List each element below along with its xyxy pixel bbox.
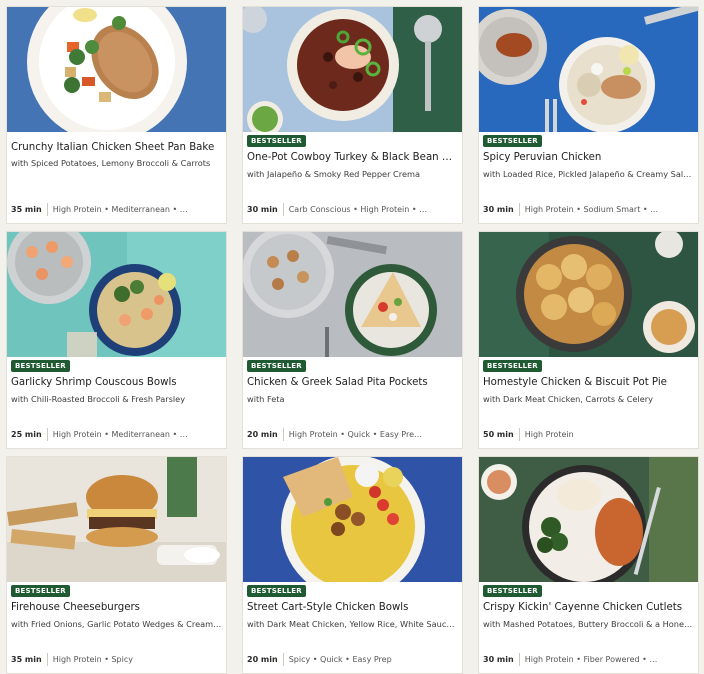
recipe-card[interactable]: BESTSELLER Homestyle Chicken & Biscuit P… [478,231,699,449]
recipe-meta: 50 min High Protein [483,428,696,441]
recipe-tags: High Protein • Sodium Smart • … [524,205,659,214]
cook-time: 30 min [483,655,514,664]
recipe-grid: Crunchy Italian Chicken Sheet Pan Bake w… [0,0,704,674]
recipe-title: Crispy Kickin' Cayenne Chicken Cutlets [483,602,683,613]
bestseller-badge: BESTSELLER [247,135,306,147]
recipe-title: Homestyle Chicken & Biscuit Pot Pie [483,377,667,388]
divider [282,428,284,441]
recipe-title: Firehouse Cheeseburgers [11,602,140,613]
bestseller-badge: BESTSELLER [11,360,70,372]
recipe-meta: 25 min High Protein • Mediterranean • … [11,428,224,441]
bestseller-badge: BESTSELLER [247,585,306,597]
cook-time: 30 min [247,205,278,214]
recipe-title: Street Cart-Style Chicken Bowls [247,602,409,613]
recipe-meta: 20 min High Protein • Quick • Easy Pre… [247,428,460,441]
turkey-bean-chili-photo [243,7,462,132]
cook-time: 35 min [11,655,42,664]
recipe-subtitle: with Chili-Roasted Broccoli & Fresh Pars… [11,394,186,404]
recipe-subtitle: with Fried Onions, Garlic Potato Wedges … [11,619,222,629]
pot-pie-photo [479,232,698,357]
bestseller-badge: BESTSELLER [483,135,542,147]
recipe-card[interactable]: BESTSELLER Spicy Peruvian Chicken with L… [478,6,699,224]
recipe-tags: High Protein • Spicy [52,655,133,664]
divider [518,653,520,666]
cheeseburger-photo [7,457,226,582]
bestseller-badge: BESTSELLER [483,585,542,597]
recipe-tags: High Protein • Quick • Easy Pre… [288,430,423,439]
recipe-subtitle: with Loaded Rice, Pickled Jalapeño & Cre… [483,169,694,179]
recipe-title: Chicken & Greek Salad Pita Pockets [247,377,428,388]
divider [46,203,48,216]
recipe-meta: 30 min Carb Conscious • High Protein • … [247,203,460,216]
recipe-card[interactable]: BESTSELLER Firehouse Cheeseburgers with … [6,456,227,674]
bestseller-badge: BESTSELLER [11,585,70,597]
divider [282,653,284,666]
recipe-subtitle: with Dark Meat Chicken, Yellow Rice, Whi… [247,619,458,629]
cook-time: 20 min [247,655,278,664]
recipe-subtitle: with Mashed Potatoes, Buttery Broccoli &… [483,619,694,629]
cook-time: 50 min [483,430,514,439]
recipe-tags: Spicy • Quick • Easy Prep [288,655,392,664]
recipe-tags: High Protein • Mediterranean • … [52,205,188,214]
recipe-card[interactable]: BESTSELLER Garlicky Shrimp Couscous Bowl… [6,231,227,449]
recipe-card[interactable]: Crunchy Italian Chicken Sheet Pan Bake w… [6,6,227,224]
recipe-tags: Carb Conscious • High Protein • … [288,205,428,214]
divider [46,428,48,441]
divider [46,653,48,666]
chicken-sheet-pan-photo [7,7,226,132]
recipe-card[interactable]: BESTSELLER Street Cart-Style Chicken Bow… [242,456,463,674]
bestseller-badge: BESTSELLER [483,360,542,372]
recipe-title: Garlicky Shrimp Couscous Bowls [11,377,177,388]
cook-time: 35 min [11,205,42,214]
recipe-title: One-Pot Cowboy Turkey & Black Bean C… [247,152,458,163]
cook-time: 25 min [11,430,42,439]
recipe-subtitle: with Dark Meat Chicken, Carrots & Celery [483,394,653,404]
recipe-tags: High Protein [524,430,574,439]
recipe-card[interactable]: BESTSELLER One-Pot Cowboy Turkey & Black… [242,6,463,224]
chicken-cutlets-photo [479,457,698,582]
recipe-meta: 20 min Spicy • Quick • Easy Prep [247,653,460,666]
recipe-subtitle: with Feta [247,394,285,404]
recipe-meta: 35 min High Protein • Mediterranean • … [11,203,224,216]
recipe-tags: High Protein • Mediterranean • … [52,430,188,439]
recipe-meta: 30 min High Protein • Fiber Powered • … [483,653,696,666]
recipe-tags: High Protein • Fiber Powered • … [524,655,658,664]
divider [518,203,520,216]
pita-pockets-photo [243,232,462,357]
cook-time: 20 min [247,430,278,439]
cook-time: 30 min [483,205,514,214]
bestseller-badge: BESTSELLER [247,360,306,372]
recipe-card[interactable]: BESTSELLER Crispy Kickin' Cayenne Chicke… [478,456,699,674]
peruvian-chicken-photo [479,7,698,132]
recipe-subtitle: with Jalapeño & Smoky Red Pepper Crema [247,169,420,179]
chicken-bowl-photo [243,457,462,582]
shrimp-couscous-photo [7,232,226,357]
recipe-title: Spicy Peruvian Chicken [483,152,602,163]
recipe-meta: 30 min High Protein • Sodium Smart • … [483,203,696,216]
recipe-card[interactable]: BESTSELLER Chicken & Greek Salad Pita Po… [242,231,463,449]
recipe-meta: 35 min High Protein • Spicy [11,653,224,666]
divider [518,428,520,441]
divider [282,203,284,216]
recipe-subtitle: with Spiced Potatoes, Lemony Broccoli & … [11,158,211,168]
recipe-title: Crunchy Italian Chicken Sheet Pan Bake [11,142,215,153]
